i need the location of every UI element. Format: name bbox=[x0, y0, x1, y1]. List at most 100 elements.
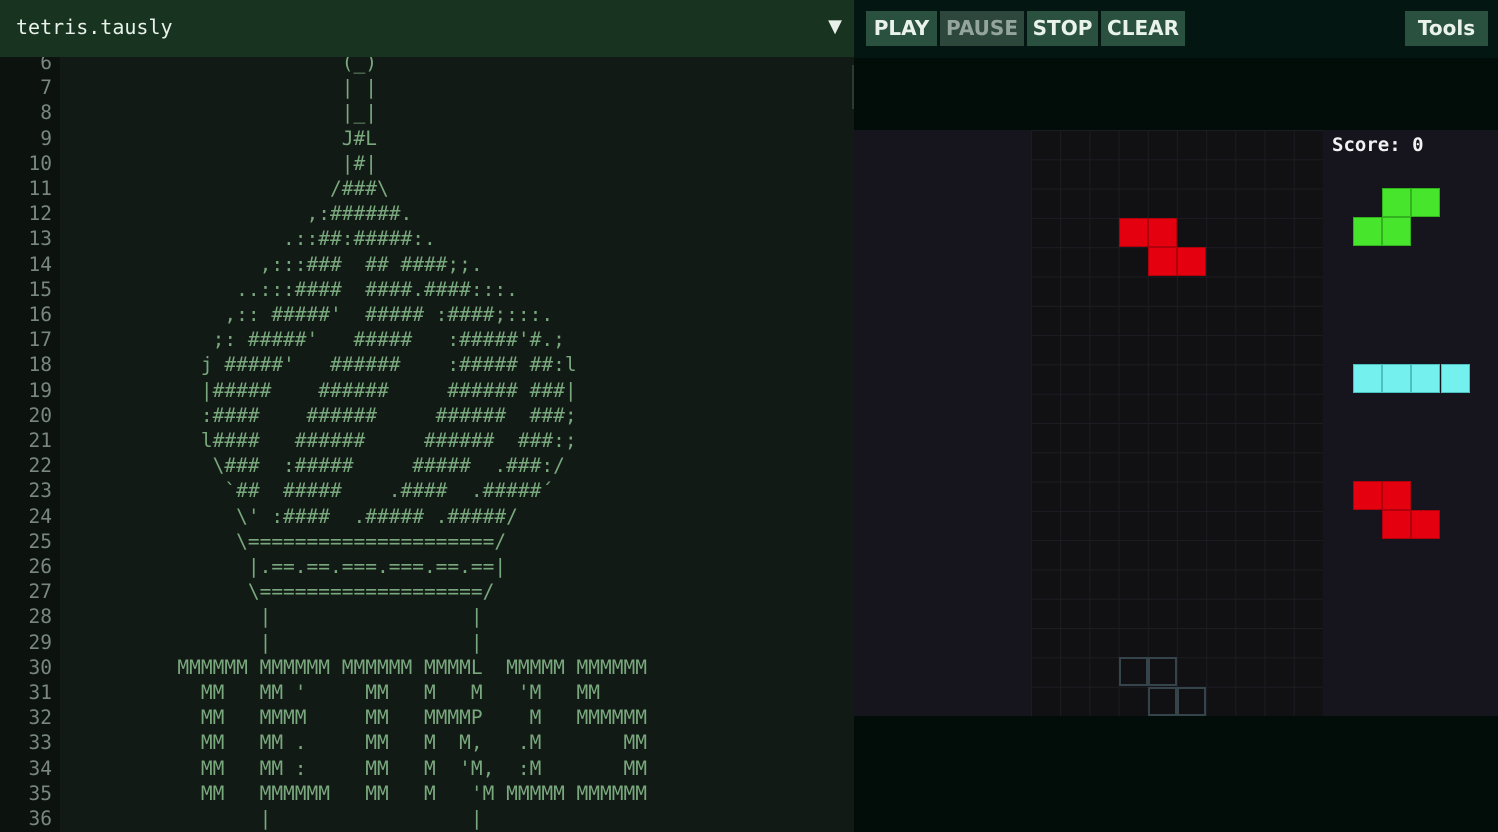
score-display: Score: 0 bbox=[1332, 134, 1424, 156]
line-number: 36 bbox=[28, 807, 52, 830]
line-number: 23 bbox=[28, 479, 52, 503]
code-line[interactable]: |_| bbox=[60, 100, 377, 125]
code-line[interactable]: MM MM : MM M 'M, :M MM bbox=[60, 756, 647, 781]
code-line[interactable]: MM MM . MM M M, .M MM bbox=[60, 730, 647, 755]
line-number: 14 bbox=[28, 252, 52, 276]
next-piece-block bbox=[1382, 510, 1412, 540]
line-number: 18 bbox=[28, 353, 52, 377]
code-line[interactable]: \### :##### ##### .###:/ bbox=[60, 453, 565, 478]
line-number: 31 bbox=[28, 681, 52, 704]
next-piece-block bbox=[1382, 364, 1412, 393]
line-number: 12 bbox=[28, 202, 52, 226]
left-panel bbox=[854, 130, 1031, 716]
line-number: 30 bbox=[28, 655, 52, 679]
line-number: 9 bbox=[40, 126, 52, 150]
next-piece-block bbox=[1382, 188, 1412, 217]
line-number: 11 bbox=[28, 177, 52, 200]
tools-button[interactable]: Tools bbox=[1405, 11, 1488, 46]
active-piece-block bbox=[1147, 247, 1177, 277]
editor-title-bar: tetris.tausly ▼ bbox=[0, 0, 854, 57]
play-button[interactable]: PLAY bbox=[866, 11, 937, 46]
code-line[interactable]: MM MMMMMM MM M 'M MMMMM MMMMMM bbox=[60, 781, 647, 806]
line-number: 33 bbox=[28, 731, 52, 755]
next-piece-block bbox=[1353, 481, 1382, 510]
line-number: 27 bbox=[28, 580, 52, 604]
line-number: 6 bbox=[40, 57, 52, 74]
active-piece-block bbox=[1177, 247, 1206, 277]
next-piece-block bbox=[1411, 364, 1441, 393]
ghost-piece-block bbox=[1177, 686, 1206, 716]
code-line[interactable]: /###\ bbox=[60, 176, 389, 201]
line-number: 22 bbox=[28, 454, 52, 478]
line-number: 13 bbox=[28, 227, 52, 251]
code-line[interactable]: .::##:#####:. bbox=[60, 226, 436, 251]
line-number: 25 bbox=[28, 529, 52, 553]
line-number: 34 bbox=[28, 756, 52, 780]
code-line[interactable]: | | bbox=[60, 75, 377, 100]
active-piece-block bbox=[1118, 217, 1148, 247]
next-piece-block bbox=[1382, 481, 1412, 510]
code-line[interactable]: ,:::### ## ####;;. bbox=[60, 252, 483, 277]
code-line[interactable]: |#| bbox=[60, 151, 377, 176]
code-line[interactable]: ;: #####' ##### :#####'#.; bbox=[60, 327, 565, 352]
code-line[interactable]: | | bbox=[60, 630, 483, 655]
chevron-down-icon[interactable]: ▼ bbox=[828, 16, 842, 37]
ghost-piece-block bbox=[1147, 686, 1177, 716]
line-number: 19 bbox=[28, 378, 52, 402]
line-number: 35 bbox=[28, 781, 52, 805]
code-line[interactable]: \===================/ bbox=[60, 579, 495, 604]
game-toolbar: PLAY PAUSE STOP CLEAR Tools bbox=[854, 0, 1498, 58]
code-line[interactable]: `## ##### .#### .#####´ bbox=[60, 478, 553, 503]
line-number: 29 bbox=[28, 630, 52, 654]
code-line[interactable]: ,:: #####' ##### :####;:::. bbox=[60, 302, 553, 327]
tetris-board[interactable] bbox=[1031, 130, 1323, 716]
line-number-gutter: 6 7 8 9 10 11 12 13 14 15 16 17 18 19 20 21 22 23 24 25 26 27… bbox=[0, 57, 60, 832]
active-piece-block bbox=[1147, 217, 1177, 247]
code-line[interactable]: | | bbox=[60, 604, 483, 629]
next-piece-block bbox=[1411, 188, 1441, 217]
line-number: 20 bbox=[28, 403, 52, 427]
code-line[interactable]: \=====================/ bbox=[60, 529, 506, 554]
line-number: 10 bbox=[28, 151, 52, 175]
next-piece-block bbox=[1382, 217, 1412, 247]
code-line[interactable]: |##### ###### ###### ###| bbox=[60, 378, 577, 403]
code-line[interactable]: \' :#### .##### .#####/ bbox=[60, 504, 518, 529]
line-number: 15 bbox=[28, 277, 52, 301]
line-number: 17 bbox=[28, 328, 52, 352]
code-line[interactable]: l#### ###### ###### ###:; bbox=[60, 428, 577, 453]
code-line[interactable]: ..:::#### ####.####:::. bbox=[60, 277, 518, 302]
line-number: 7 bbox=[40, 76, 52, 100]
file-name: tetris.tausly bbox=[16, 15, 173, 39]
code-editor[interactable]: tetris.tausly ▼ 6 7 8 9 10 11 12 13 14 15 16 17 18 19… bbox=[0, 0, 854, 832]
pause-button[interactable]: PAUSE bbox=[940, 11, 1024, 46]
code-line[interactable]: |.==.==.===.===.==.==| bbox=[60, 554, 506, 579]
line-number: 32 bbox=[28, 706, 52, 730]
ghost-piece-block bbox=[1118, 657, 1148, 687]
code-line[interactable]: | | bbox=[60, 806, 483, 831]
stop-button[interactable]: STOP bbox=[1027, 11, 1098, 46]
code-line[interactable]: j #####' ###### :##### ##:l bbox=[60, 352, 577, 377]
code-line[interactable]: ,:######. bbox=[60, 201, 413, 226]
code-line[interactable]: :#### ###### ###### ###; bbox=[60, 403, 577, 428]
line-number: 26 bbox=[28, 555, 52, 578]
code-line[interactable]: (_) bbox=[60, 57, 377, 75]
clear-button[interactable]: CLEAR bbox=[1101, 11, 1185, 46]
ghost-piece-block bbox=[1147, 657, 1177, 687]
code-line[interactable]: MMMMMM MMMMMM MMMMMM MMMML MMMMM MMMMMM bbox=[60, 655, 647, 680]
next-piece-block bbox=[1440, 364, 1470, 393]
next-piece-block bbox=[1353, 364, 1382, 393]
line-number: 21 bbox=[28, 429, 52, 452]
code-area[interactable]: (_) | | |_| J#L |#| /###\ ,:######. .::#… bbox=[60, 57, 852, 832]
line-number: 8 bbox=[40, 101, 52, 125]
next-piece-block bbox=[1411, 510, 1441, 540]
stage-top-area bbox=[854, 58, 1498, 130]
code-line[interactable]: J#L bbox=[60, 126, 377, 151]
next-piece-block bbox=[1353, 217, 1382, 247]
line-number: 28 bbox=[28, 605, 52, 629]
line-number: 16 bbox=[28, 303, 52, 326]
next-pieces-panel: Score: 0 bbox=[1323, 130, 1498, 716]
line-number: 24 bbox=[28, 504, 52, 528]
code-line[interactable]: MM MMMM MM MMMMP M MMMMMM bbox=[60, 705, 647, 730]
code-line[interactable]: MM MM ' MM M M 'M MM bbox=[60, 680, 600, 705]
stage-bottom-area bbox=[854, 716, 1498, 832]
